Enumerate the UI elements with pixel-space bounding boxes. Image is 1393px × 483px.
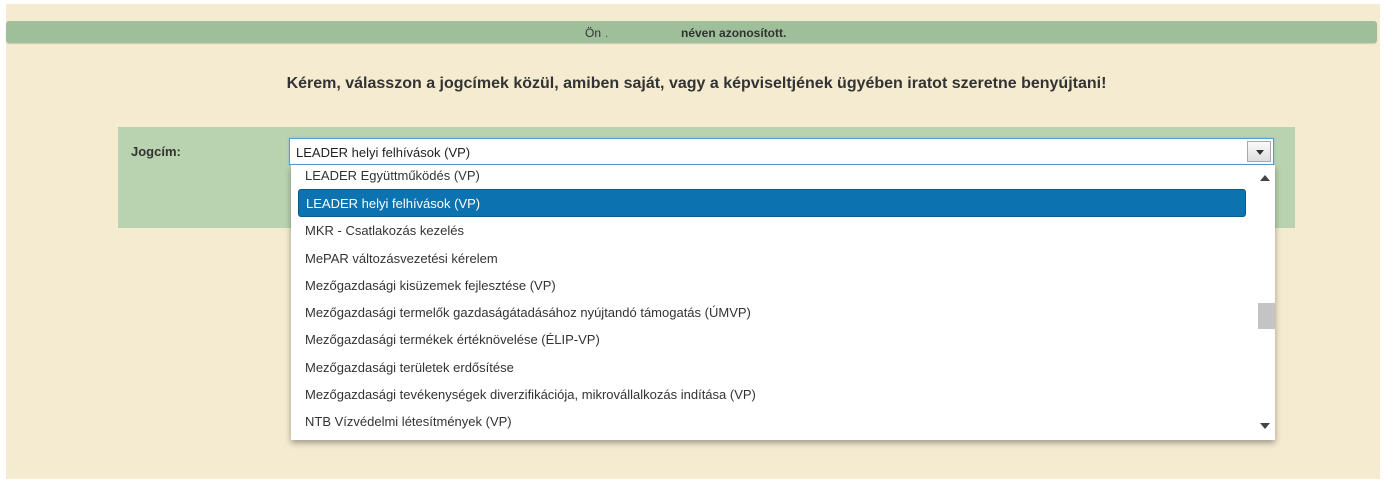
jogcim-dropdown-list[interactable]: LEADER Együttműködés (VP) LEADER helyi fe…: [291, 165, 1275, 440]
option-list: LEADER Együttműködés (VP) LEADER helyi fe…: [291, 165, 1253, 436]
dropdown-option[interactable]: Mezőgazdasági kisüzemek fejlesztése (VP): [291, 272, 1253, 299]
jogcim-select[interactable]: LEADER helyi felhívások (VP): [289, 138, 1274, 165]
dropdown-option[interactable]: MePAR változásvezetési kérelem: [291, 245, 1253, 272]
dropdown-option[interactable]: MKR - Csatlakozás kezelés: [291, 217, 1253, 244]
dropdown-toggle-button[interactable]: [1247, 141, 1271, 162]
dropdown-option[interactable]: Mezőgazdasági tevékenységek diverzifikác…: [291, 381, 1253, 408]
dropdown-option[interactable]: Mezőgazdasági területek erdősítése: [291, 354, 1253, 381]
identity-username: .: [605, 26, 609, 40]
dropdown-option[interactable]: Mezőgazdasági termelők gazdaságátadásáho…: [291, 299, 1253, 326]
identity-bar: Ön . néven azonosított.: [6, 21, 1377, 43]
jogcim-select-value: LEADER helyi felhívások (VP): [296, 145, 471, 160]
page-instruction: Kérem, válasszon a jogcímek közül, amibe…: [286, 75, 1107, 92]
scroll-down-arrow-icon[interactable]: [1260, 423, 1270, 429]
dropdown-option-selected[interactable]: LEADER helyi felhívások (VP): [298, 189, 1246, 218]
dropdown-option[interactable]: LEADER Együttműködés (VP): [291, 165, 1253, 189]
chevron-down-icon: [1256, 150, 1264, 155]
jogcim-label: Jogcím:: [131, 144, 181, 159]
scrollbar-thumb[interactable]: [1258, 303, 1275, 329]
dropdown-option[interactable]: NTB Vízvédelmi létesítmények (VP): [291, 408, 1253, 435]
identity-on-label: Ön: [585, 26, 602, 40]
dropdown-option[interactable]: Mezőgazdasági termékek értéknövelése (ÉL…: [291, 326, 1253, 353]
identity-message: néven azonosított.: [681, 26, 787, 40]
scroll-up-arrow-icon[interactable]: [1260, 175, 1270, 181]
dropdown-scrollbar[interactable]: [1255, 165, 1275, 440]
